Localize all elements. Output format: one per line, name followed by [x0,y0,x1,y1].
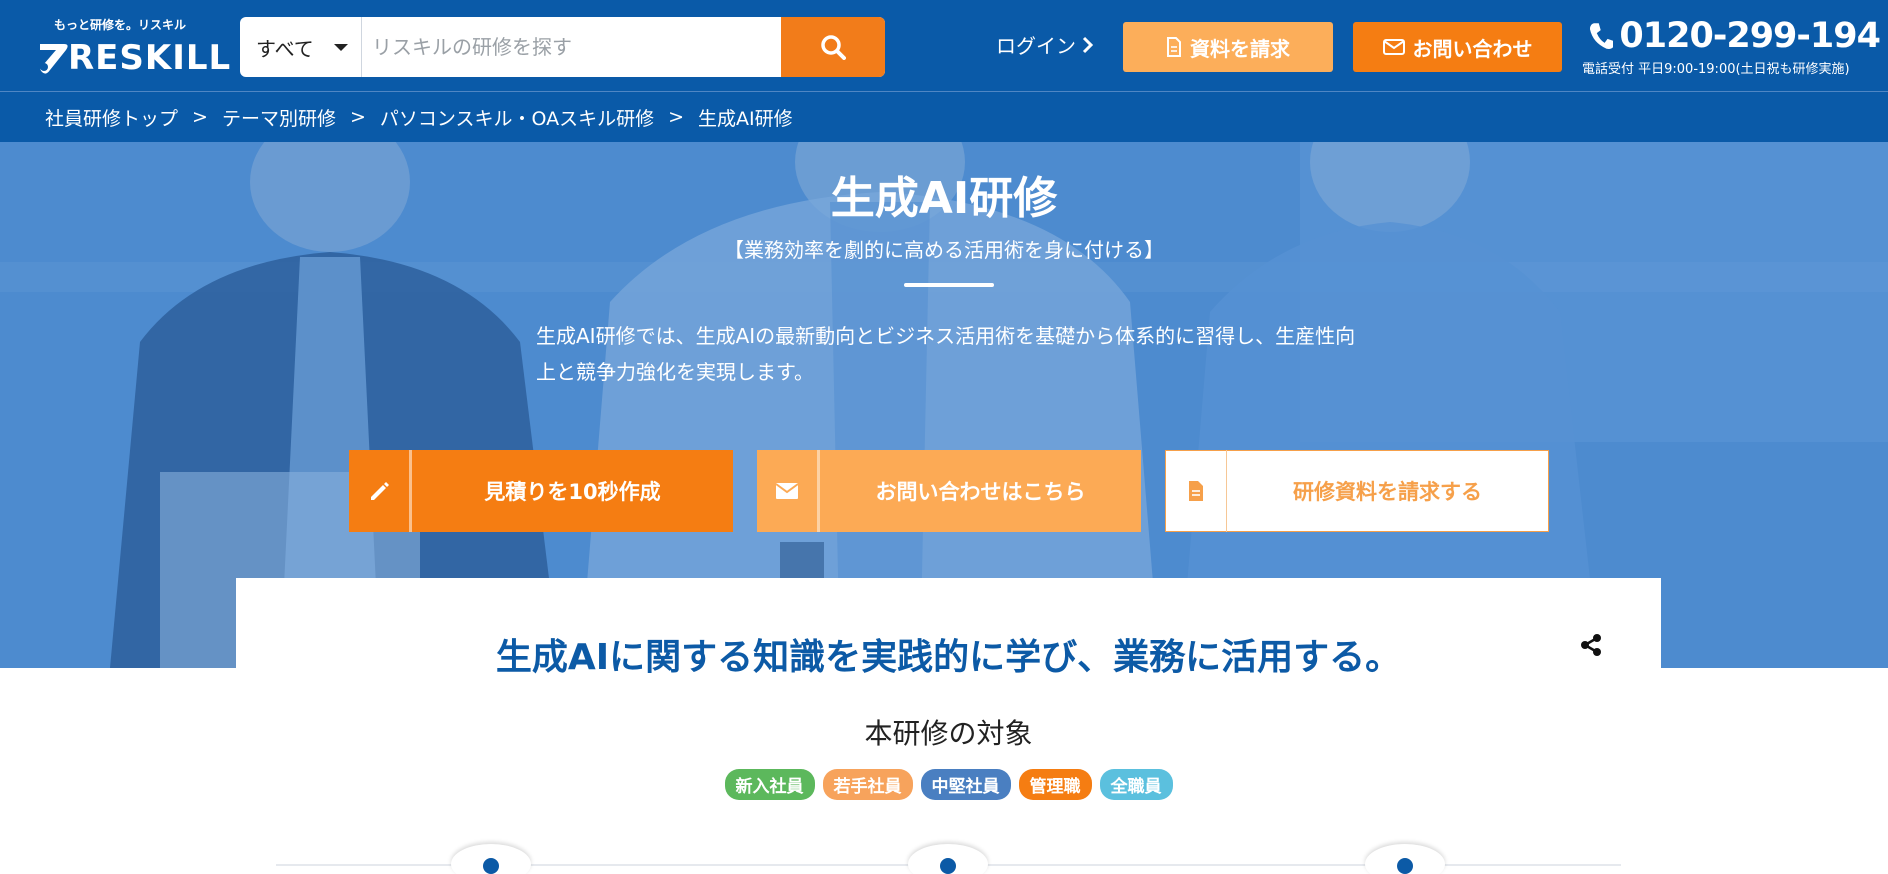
feature-marker [451,844,531,874]
target-audience-title: 本研修の対象 [864,717,1033,750]
tag-new-employee: 新入社員 [724,769,815,800]
inquiry-button[interactable]: お問い合わせはこちら [757,450,1141,532]
breadcrumb-item-pc-skills[interactable]: パソコンスキル・OAスキル研修 [380,104,654,131]
contact-label: お問い合わせ [1412,36,1533,61]
caret-down-icon [334,44,348,51]
hero-divider [904,283,994,287]
breadcrumb-item-theme[interactable]: テーマ別研修 [222,104,336,131]
chevron-right-icon [1082,36,1094,53]
breadcrumb-separator: > [192,106,208,128]
document-icon [1166,450,1226,532]
breadcrumb-item-current: 生成AI研修 [698,107,793,130]
login-link[interactable]: ログイン [996,30,1094,59]
breadcrumb-separator: > [349,106,366,128]
marker-dot [1397,858,1413,874]
site-header: もっと研修を。リスキル RESKILL すべて ログイン [0,0,1888,92]
tag-mid-level-employee: 中堅社員 [920,769,1011,800]
feature-markers [236,844,1661,874]
search-icon [821,35,846,60]
brochure-request-label: 研修資料を請求する [1293,480,1482,504]
brochure-request-button[interactable]: 研修資料を請求する [1165,450,1549,532]
marker-dot [483,858,499,874]
search-category-select[interactable]: すべて [240,17,362,77]
phone-number: 0120-299-194 [1619,16,1881,56]
request-document-button[interactable]: 資料を請求 [1123,22,1333,72]
tag-manager: 管理職 [1018,769,1092,800]
target-audience-tags: 新入社員 若手社員 中堅社員 管理職 全職員 [236,769,1661,800]
search-input[interactable] [362,17,782,77]
phone-hours: 電話受付 平日9:00-19:00(土日祝も研修実施) [1582,62,1850,77]
login-label: ログイン [996,34,1076,58]
quote-button-label: 見積りを10秒作成 [484,480,661,504]
phone-contact[interactable]: 0120-299-194 [1588,16,1881,56]
quote-button[interactable]: 見積りを10秒作成 [349,450,733,532]
search-button[interactable] [781,17,885,77]
document-icon [1167,37,1181,57]
breadcrumb: 社員研修トップ > テーマ別研修 > パソコンスキル・OAスキル研修 > 生成A… [0,92,1888,142]
hero-title: 生成AI研修 [830,173,1058,224]
tag-young-employee: 若手社員 [822,769,913,800]
hero-subtitle: 【業務効率を劇的に高める活用術を身に付ける】 [724,238,1164,262]
share-icon[interactable] [1577,631,1605,659]
search-bar: すべて [240,17,885,77]
inquiry-button-label: お問い合わせはこちら [875,480,1086,504]
overview-heading: 生成AIに関する知識を実践的に学び、業務に活用する。 [495,637,1402,678]
feature-marker [1365,844,1445,874]
logo-text: RESKILL [68,38,232,78]
contact-button[interactable]: お問い合わせ [1353,22,1562,72]
marker-dot [940,858,956,874]
pencil-icon [349,450,409,532]
request-document-label: 資料を請求 [1190,36,1290,61]
envelope-icon [757,450,817,532]
overview-card: 生成AIに関する知識を実践的に学び、業務に活用する。 本研修の対象 新入社員 若… [236,578,1661,874]
reskill-logo[interactable]: もっと研修を。リスキル RESKILL [34,14,230,78]
search-category-label: すべて [256,36,314,61]
logo-tagline: もっと研修を。リスキル [54,18,187,32]
feature-marker [908,844,988,874]
breadcrumb-item-top[interactable]: 社員研修トップ [45,104,178,131]
hero-description: 生成AI研修では、生成AIの最新動向とビジネス活用術を基礎から体系的に習得し、生… [536,324,1356,384]
envelope-icon [1382,39,1405,55]
phone-icon [1589,23,1614,49]
tag-all-staff: 全職員 [1099,769,1173,800]
breadcrumb-separator: > [668,106,685,128]
